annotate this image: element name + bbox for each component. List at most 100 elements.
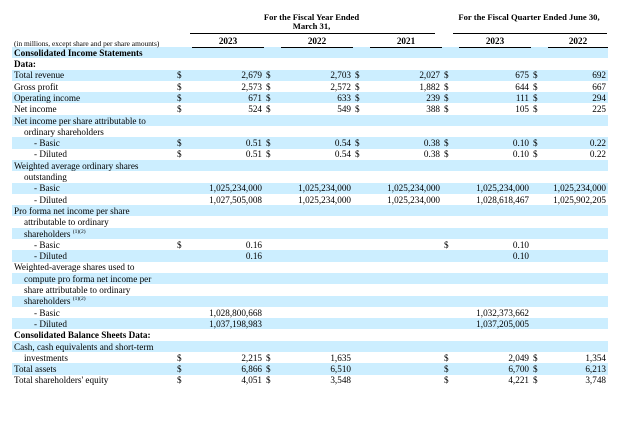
value-cell bbox=[281, 227, 353, 240]
value-cell: 633 bbox=[281, 92, 353, 104]
value-cell: 4,221 bbox=[508, 375, 529, 386]
value-cell bbox=[548, 205, 608, 217]
currency-symbol: $ bbox=[533, 104, 538, 115]
currency-symbol: $ bbox=[531, 363, 548, 375]
value-cell: 1,025,234,000 bbox=[548, 182, 608, 194]
currency-symbol: $ bbox=[533, 375, 538, 386]
value-cell: 1,025,234,000 bbox=[281, 182, 353, 194]
row-label: - Basic bbox=[12, 239, 175, 250]
row-label-text: Gross profit bbox=[14, 81, 59, 92]
row-label-text: Weighted-average shares used to bbox=[14, 262, 135, 273]
value-cell bbox=[370, 205, 442, 217]
value-cell: 0.16 bbox=[192, 250, 264, 262]
currency-symbol: $ bbox=[266, 81, 271, 92]
value-cell bbox=[370, 126, 442, 137]
currency-symbol: $ bbox=[177, 352, 182, 363]
table-row: shareholders (1)(2) bbox=[12, 295, 608, 307]
table-row: Net income per share attributable to bbox=[12, 114, 608, 127]
currency-symbol bbox=[175, 262, 192, 273]
table-row: - Basic 1,028,800,668 1,032,373,662 bbox=[12, 307, 608, 318]
value-cell: 6,510 bbox=[281, 363, 353, 375]
value-cell: 0.10 bbox=[459, 137, 531, 149]
value-cell: 0.22 bbox=[548, 137, 608, 149]
row-label-text: Consolidated Income Statements bbox=[14, 47, 143, 58]
value-cell: 0.54 bbox=[334, 149, 351, 160]
row-label: shareholders (1)(2) bbox=[12, 295, 175, 307]
value-cell: 692 bbox=[548, 69, 608, 81]
value-cell bbox=[548, 262, 608, 273]
currency-symbol bbox=[353, 250, 370, 262]
currency-symbol: $ bbox=[442, 137, 459, 149]
row-label: shareholders (1)(2) bbox=[12, 227, 175, 240]
row-label-text: - Basic bbox=[34, 183, 60, 194]
row-label-text: Pro forma net income per share bbox=[14, 205, 130, 216]
currency-symbol bbox=[353, 262, 370, 273]
year-label: 2023 bbox=[459, 36, 531, 48]
currency-symbol: $ bbox=[177, 239, 182, 250]
table-row: Pro forma net income per share bbox=[12, 205, 608, 217]
table-row: compute pro forma net income per bbox=[12, 272, 608, 285]
currency-symbol: $ bbox=[531, 137, 548, 149]
row-label-text: - Basic bbox=[34, 307, 60, 318]
value-cell bbox=[281, 318, 353, 330]
currency-symbol: $ bbox=[353, 137, 370, 149]
value-cell: 0.38 bbox=[423, 149, 440, 160]
currency-symbol bbox=[353, 272, 370, 285]
value-cell bbox=[370, 58, 442, 69]
value-cell: 0.54 bbox=[281, 137, 353, 149]
row-label-text: - Diluted bbox=[34, 251, 67, 262]
value-cell bbox=[459, 47, 531, 59]
value-cell: 1,025,234,000 bbox=[387, 194, 440, 205]
currency-symbol bbox=[175, 58, 192, 69]
value-cell bbox=[548, 340, 608, 353]
currency-symbol bbox=[353, 159, 370, 172]
value-cell bbox=[370, 340, 442, 353]
currency-symbol bbox=[264, 114, 281, 127]
value-cell bbox=[192, 205, 264, 217]
row-label-text: attributable to ordinary bbox=[24, 217, 109, 228]
value-cell bbox=[192, 47, 264, 59]
currency-symbol bbox=[442, 284, 459, 295]
currency-symbol: $ bbox=[444, 104, 449, 115]
table-row: - Basic $0.16 $0.10 bbox=[12, 239, 608, 250]
value-cell: 1,635 bbox=[330, 352, 351, 363]
value-cell bbox=[370, 159, 442, 172]
currency-symbol bbox=[264, 171, 281, 182]
currency-symbol bbox=[442, 126, 459, 137]
year-label: 2021 bbox=[370, 36, 442, 48]
currency-symbol bbox=[175, 194, 192, 205]
value-cell bbox=[281, 205, 353, 217]
currency-symbol: $ bbox=[442, 363, 459, 375]
row-label-text: - Diluted bbox=[34, 149, 67, 160]
value-cell bbox=[459, 171, 531, 182]
currency-symbol: $ bbox=[266, 352, 271, 363]
value-cell: 2,215 bbox=[241, 352, 262, 363]
value-cell bbox=[192, 58, 264, 69]
value-cell bbox=[281, 159, 353, 172]
currency-symbol bbox=[531, 194, 548, 205]
row-label-text: Operating income bbox=[14, 92, 81, 103]
currency-symbol: $ bbox=[444, 375, 449, 386]
value-cell: 1,025,234,000 bbox=[298, 194, 351, 205]
currency-symbol: $ bbox=[533, 352, 538, 363]
currency-symbol bbox=[353, 239, 370, 250]
table-row: Operating income $671 $633 $239 $111 $294 bbox=[12, 92, 608, 104]
table-row: - Diluted 1,027,505,008 1,025,234,000 1,025… bbox=[12, 194, 608, 205]
currency-symbol bbox=[531, 284, 548, 295]
currency-symbol: $ bbox=[175, 69, 192, 81]
value-cell: 225 bbox=[592, 104, 606, 115]
currency-symbol bbox=[175, 114, 192, 127]
currency-symbol bbox=[175, 159, 192, 172]
currency-symbol bbox=[442, 340, 459, 353]
currency-symbol bbox=[353, 375, 370, 386]
value-cell bbox=[192, 171, 264, 182]
value-cell bbox=[459, 262, 531, 273]
row-label: - Basic bbox=[12, 182, 175, 194]
value-cell: 1,882 bbox=[419, 81, 440, 92]
table-row: Weighted average ordinary shares bbox=[12, 159, 608, 172]
table-row: investments $2,215 $1,635 $2,049 $1,354 bbox=[12, 352, 608, 363]
currency-symbol: $ bbox=[264, 92, 281, 104]
table-row: Consolidated Balance Sheets Data: bbox=[12, 329, 608, 340]
value-cell bbox=[281, 262, 353, 273]
row-label: - Basic bbox=[12, 137, 175, 149]
